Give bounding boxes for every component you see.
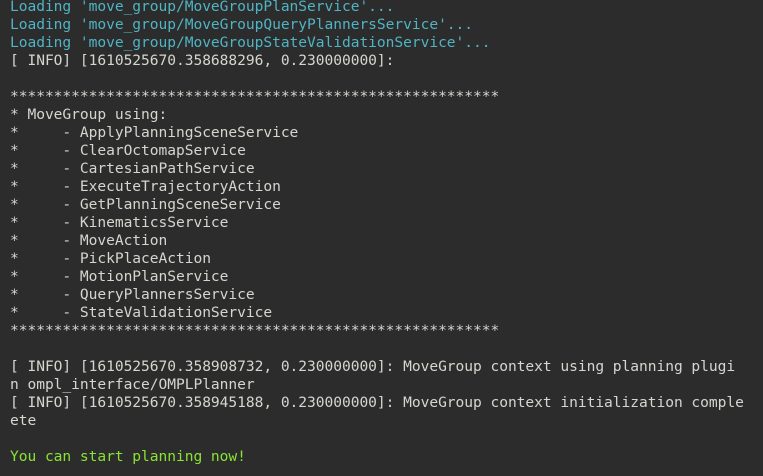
terminal-line: Loading 'move_group/MoveGroupQueryPlanne… [10,16,474,33]
terminal-line: Loading 'move_group/MoveGroupPlanService… [10,0,395,15]
terminal-line: ete [10,412,37,429]
terminal-line: * - QueryPlannersService [10,286,255,303]
terminal-line: * - ClearOctomapService [10,142,246,159]
terminal-line: [ INFO] [1610525670.358688296, 0.2300000… [10,52,395,69]
terminal-line: [ INFO] [1610525670.358945188, 0.2300000… [10,394,744,411]
terminal-output: Loading 'move_group/MoveGroupPlanService… [10,0,744,466]
terminal-line: * - MoveAction [10,232,168,249]
terminal-line: * - ExecuteTrajectoryAction [10,178,281,195]
terminal-line: Loading 'move_group/MoveGroupStateValida… [10,34,491,51]
terminal-line: n ompl_interface/OMPLPlanner [10,376,255,393]
terminal-line: * - PickPlaceAction [10,250,211,267]
terminal-line: * - MotionPlanService [10,268,229,285]
terminal-line: [ INFO] [1610525670.358908732, 0.2300000… [10,358,736,375]
terminal-line: * - StateValidationService [10,304,273,321]
terminal-line: ****************************************… [10,322,500,339]
terminal-line: * - CartesianPathService [10,160,255,177]
terminal-line: * MoveGroup using: [10,106,168,123]
terminal-line: You can start planning now! [10,448,246,465]
terminal-line: * - KinematicsService [10,214,229,231]
terminal-line: * - GetPlanningSceneService [10,196,281,213]
terminal-window[interactable]: Loading 'move_group/MoveGroupPlanService… [0,0,763,476]
terminal-line: * - ApplyPlanningSceneService [10,124,299,141]
terminal-line: ****************************************… [10,88,500,105]
